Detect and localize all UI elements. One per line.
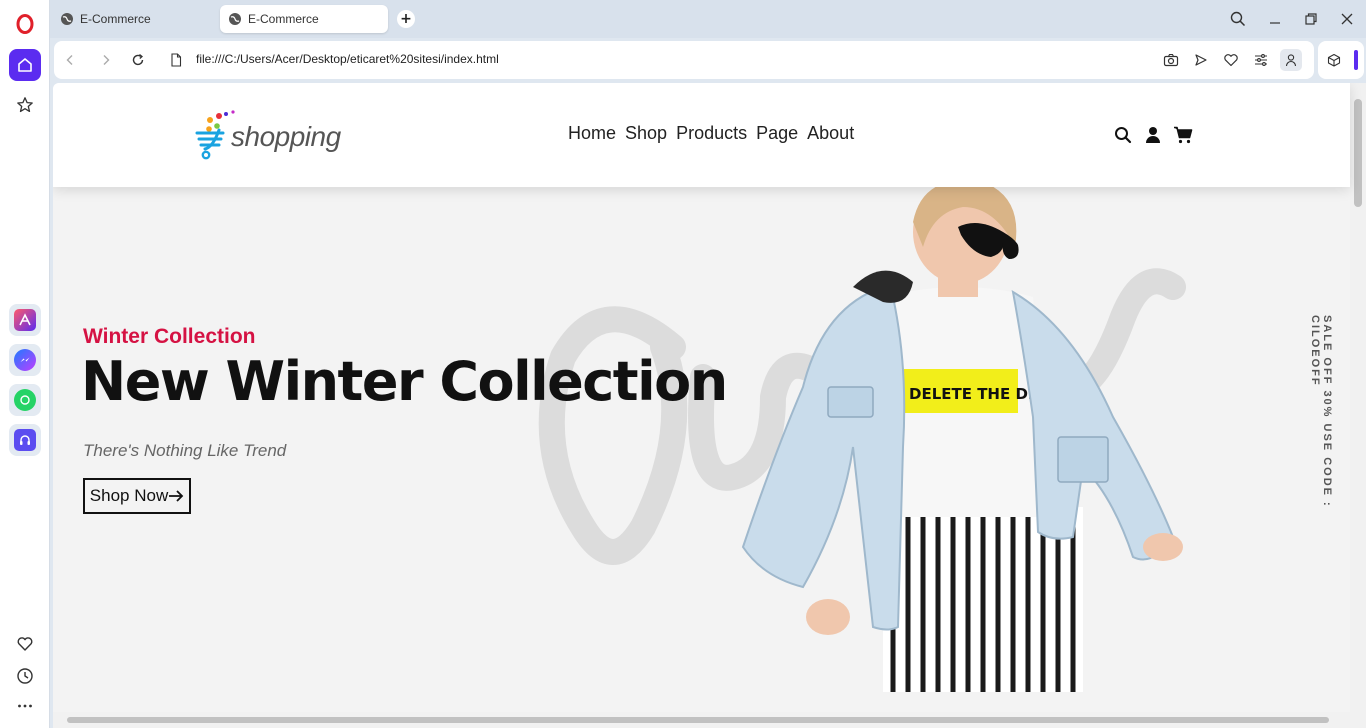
nav-home[interactable]: Home: [568, 123, 616, 144]
shop-now-label: Shop Now: [89, 486, 169, 505]
cart-icon[interactable]: [1173, 125, 1193, 145]
sidebar-accent-bar: [1354, 50, 1358, 70]
history-clock-icon[interactable]: [9, 660, 41, 692]
tab-title: E-Commerce: [248, 12, 319, 26]
my-flow-heart-icon[interactable]: [9, 628, 41, 660]
send-share-icon[interactable]: [1191, 50, 1211, 70]
snapshot-camera-icon[interactable]: [1161, 50, 1181, 70]
hero-kicker: Winter Collection: [83, 325, 256, 348]
file-page-icon: [166, 50, 186, 70]
extensions-cube-icon[interactable]: [1324, 50, 1344, 70]
logo-wordmark: shopping: [231, 121, 341, 152]
shop-now-button[interactable]: Shop Now: [83, 478, 191, 514]
tab-search-icon[interactable]: [1227, 8, 1249, 30]
tab-inactive[interactable]: E-Commerce: [52, 5, 216, 33]
account-user-icon[interactable]: [1143, 125, 1163, 145]
reload-icon[interactable]: [128, 50, 148, 70]
nav-about[interactable]: About: [807, 123, 854, 144]
back-arrow-icon[interactable]: [60, 50, 80, 70]
site-search-icon[interactable]: [1113, 125, 1133, 145]
vertical-promo-text: SALE OFF 30% USE CODE : CILOEOFF: [1309, 315, 1333, 508]
vertical-scrollbar[interactable]: [1350, 83, 1366, 728]
new-tab-plus-icon[interactable]: +: [397, 10, 415, 28]
restore-window-icon[interactable]: [1300, 8, 1322, 30]
nav-page[interactable]: Page: [756, 123, 798, 144]
tab-title: E-Commerce: [80, 12, 151, 26]
horizontal-scroll-thumb[interactable]: [67, 717, 1329, 723]
whatsapp-app-icon[interactable]: [9, 384, 41, 416]
site-header: shopping Home Shop Products Page About: [53, 83, 1350, 187]
hero-tagline: There's Nothing Like Trend: [83, 441, 287, 460]
horizontal-scrollbar[interactable]: [53, 712, 1350, 728]
extensions-area: [1318, 41, 1364, 79]
globe-icon: [229, 13, 241, 25]
page-viewport: shopping Home Shop Products Page About W…: [53, 83, 1366, 728]
easy-setup-sliders-icon[interactable]: [1251, 50, 1271, 70]
messenger-app-icon[interactable]: [9, 344, 41, 376]
hero-banner: Winter Collection New Winter Collection …: [53, 187, 1350, 728]
aria-ai-app-icon[interactable]: [9, 304, 41, 336]
tab-active[interactable]: E-Commerce: [220, 5, 388, 33]
site-logo[interactable]: shopping: [195, 103, 341, 163]
music-player-app-icon[interactable]: [9, 424, 41, 456]
hero-model-image: DELETE THE DRAMA: [741, 187, 1183, 692]
arrow-right-icon: [169, 490, 184, 502]
more-options-icon[interactable]: [9, 690, 41, 722]
url-field[interactable]: file:///C:/Users/Acer/Desktop/eticaret%2…: [196, 52, 499, 66]
profile-user-icon[interactable]: [1280, 49, 1302, 71]
vertical-scroll-thumb[interactable]: [1354, 99, 1362, 207]
add-to-favorites-heart-icon[interactable]: [1221, 50, 1241, 70]
close-window-icon[interactable]: [1336, 8, 1358, 30]
globe-icon: [61, 13, 73, 25]
nav-shop[interactable]: Shop: [625, 123, 667, 144]
opera-logo-icon[interactable]: [13, 12, 37, 36]
bookmarks-star-icon[interactable]: [9, 89, 41, 121]
tab-strip: E-Commerce E-Commerce +: [50, 0, 1366, 38]
minimize-icon[interactable]: [1264, 8, 1286, 30]
browser-sidebar: [0, 0, 50, 728]
main-nav: Home Shop Products Page About: [568, 123, 854, 144]
address-bar: file:///C:/Users/Acer/Desktop/eticaret%2…: [54, 41, 1314, 79]
hero-title: New Winter Collection: [81, 350, 728, 413]
speed-dial-home-icon[interactable]: [9, 49, 41, 81]
forward-arrow-icon[interactable]: [96, 50, 116, 70]
nav-products[interactable]: Products: [676, 123, 747, 144]
